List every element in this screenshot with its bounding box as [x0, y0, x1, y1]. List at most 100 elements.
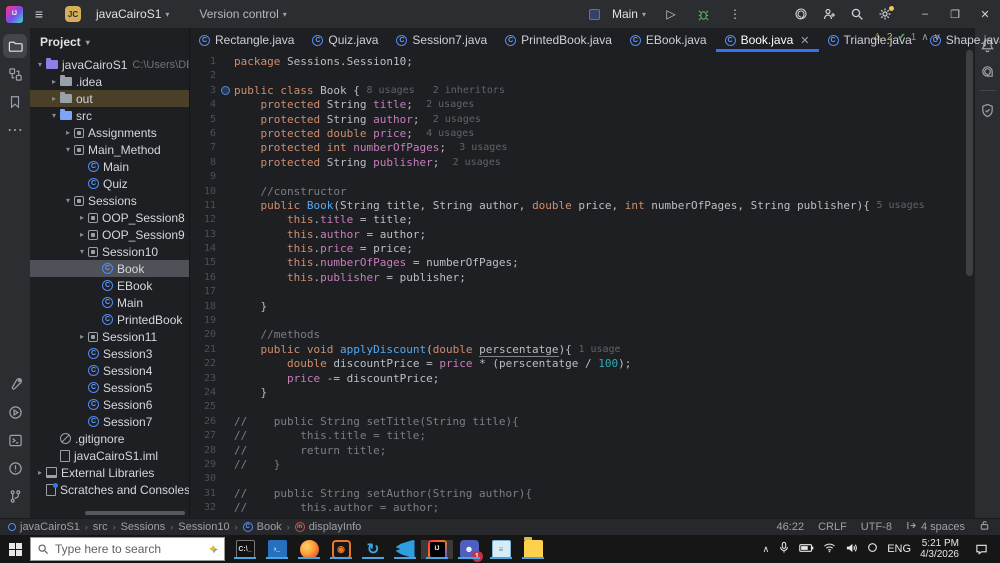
- powershell-icon[interactable]: ›_: [261, 539, 293, 559]
- tree-item-assignments[interactable]: ▸ Assignments: [30, 124, 189, 141]
- tab-session7-java[interactable]: C Session7.java: [387, 28, 496, 52]
- more-actions-button[interactable]: ⋮: [722, 3, 748, 25]
- tray-app-icon[interactable]: [867, 542, 878, 556]
- tree-item-book[interactable]: C Book: [30, 260, 189, 277]
- code-editor[interactable]: 1 package Sessions.Session10; 2 3 public cla…: [190, 52, 975, 518]
- minimize-button[interactable]: –: [910, 0, 940, 28]
- run-config-selector[interactable]: Main ▾: [606, 4, 652, 24]
- breadcrumb-item-sessions[interactable]: Sessions: [121, 521, 166, 533]
- notepad-icon[interactable]: ≡: [485, 539, 517, 559]
- inspections-widget[interactable]: ⚠ 2 ✔ 1 ∧ ∨: [873, 32, 941, 43]
- tree-item-session4[interactable]: C Session4: [30, 362, 189, 379]
- tree-item-out[interactable]: ▸ out: [30, 90, 189, 107]
- tree-item-scratches-and-consoles[interactable]: Scratches and Consoles: [30, 481, 189, 498]
- tree-item--idea[interactable]: ▸ .idea: [30, 73, 189, 90]
- services-tool-icon[interactable]: [3, 400, 27, 424]
- battery-icon[interactable]: [799, 543, 814, 556]
- commit-tool-icon[interactable]: [3, 62, 27, 86]
- tree-item-session11[interactable]: ▸ Session11: [30, 328, 189, 345]
- clock[interactable]: 5:21 PM 4/3/2026: [920, 538, 959, 560]
- breadcrumb-item-javacairos1[interactable]: javaCairoS1: [8, 521, 80, 533]
- cmd-icon[interactable]: C:\_: [229, 539, 261, 559]
- breadcrumb-item-src[interactable]: src: [93, 521, 108, 533]
- chevron-down-icon[interactable]: ▾: [86, 38, 90, 47]
- chevron-right-icon[interactable]: ▸: [76, 332, 88, 341]
- chevron-right-icon[interactable]: ▸: [48, 77, 60, 86]
- tab-quiz-java[interactable]: C Quiz.java: [303, 28, 387, 52]
- blue-app-icon[interactable]: ↻: [357, 540, 389, 559]
- tree-item-oop-session8[interactable]: ▸ OOP_Session8: [30, 209, 189, 226]
- tree-item-sessions[interactable]: ▾ Sessions: [30, 192, 189, 209]
- tree-item--gitignore[interactable]: .gitignore: [30, 430, 189, 447]
- ai-assistant-icon[interactable]: [788, 3, 814, 25]
- tree-item-session6[interactable]: C Session6: [30, 396, 189, 413]
- microphone-icon[interactable]: [778, 541, 790, 557]
- tree-item-session7[interactable]: C Session7: [30, 413, 189, 430]
- taskbar-search[interactable]: ✦: [30, 537, 225, 561]
- tab-rectangle-java[interactable]: C Rectangle.java: [190, 28, 303, 52]
- code-with-me-icon[interactable]: [816, 3, 842, 25]
- tree-item-session5[interactable]: C Session5: [30, 379, 189, 396]
- breadcrumb-item-session10[interactable]: Session10: [178, 521, 229, 533]
- vscode-icon[interactable]: [389, 539, 421, 559]
- wifi-icon[interactable]: [823, 542, 836, 556]
- debug-button[interactable]: [690, 3, 716, 25]
- build-tool-icon[interactable]: [3, 372, 27, 396]
- tree-item-ebook[interactable]: C EBook: [30, 277, 189, 294]
- chevron-right-icon[interactable]: ▸: [76, 230, 88, 239]
- terminal-tool-icon[interactable]: [3, 428, 27, 452]
- chevron-down-icon[interactable]: ▾: [76, 247, 88, 256]
- chevron-right-icon[interactable]: ▸: [76, 213, 88, 222]
- close-button[interactable]: ✕: [970, 0, 1000, 28]
- action-center-icon[interactable]: [968, 543, 994, 555]
- version-control-tool-icon[interactable]: [3, 484, 27, 508]
- firefox-icon[interactable]: [293, 539, 325, 559]
- next-problem-icon[interactable]: ∨: [934, 32, 941, 43]
- chevron-down-icon[interactable]: ▾: [34, 60, 46, 69]
- lock-icon[interactable]: [979, 520, 990, 534]
- chevron-down-icon[interactable]: ▾: [48, 111, 60, 120]
- tab-ebook-java[interactable]: C EBook.java: [621, 28, 716, 52]
- line-separator[interactable]: CRLF: [818, 521, 847, 533]
- settings-gear-icon[interactable]: [872, 3, 898, 25]
- horizontal-scrollbar[interactable]: [85, 511, 185, 515]
- tree-item-quiz[interactable]: C Quiz: [30, 175, 189, 192]
- volume-icon[interactable]: [845, 542, 858, 557]
- tree-item-src[interactable]: ▾ src: [30, 107, 189, 124]
- tree-item-main-method[interactable]: ▾ Main_Method: [30, 141, 189, 158]
- tree-item-main[interactable]: C Main: [30, 294, 189, 311]
- tree-item-external-libraries[interactable]: ▸ External Libraries: [30, 464, 189, 481]
- explorer-icon[interactable]: [517, 536, 549, 559]
- file-encoding[interactable]: UTF-8: [861, 521, 892, 533]
- tree-item-main[interactable]: C Main: [30, 158, 189, 175]
- tray-expand-icon[interactable]: ∧: [763, 544, 770, 555]
- main-menu-button[interactable]: ≡: [27, 3, 51, 25]
- chevron-right-icon[interactable]: ▸: [34, 468, 46, 477]
- restore-button[interactable]: ❐: [940, 0, 970, 28]
- tree-item-session10[interactable]: ▾ Session10: [30, 243, 189, 260]
- tree-item-printedbook[interactable]: C PrintedBook: [30, 311, 189, 328]
- intellij-icon[interactable]: IJ: [421, 539, 453, 559]
- breadcrumb-item-displayinfo[interactable]: m displayInfo: [294, 521, 361, 533]
- chevron-down-icon[interactable]: ▾: [62, 145, 74, 154]
- inheritors-gutter-icon[interactable]: [221, 85, 230, 95]
- start-button[interactable]: [0, 535, 30, 563]
- chevron-down-icon[interactable]: ▾: [62, 196, 74, 205]
- search-everywhere-icon[interactable]: [844, 3, 870, 25]
- project-tool-icon[interactable]: [3, 34, 27, 58]
- tab-printedbook-java[interactable]: C PrintedBook.java: [496, 28, 621, 52]
- bookmarks-tool-icon[interactable]: [3, 90, 27, 114]
- tab-book-java[interactable]: C Book.java ✕: [715, 28, 819, 52]
- tree-item-javacairos1[interactable]: ▾ javaCairoS1 C:\Users\DELL\JA: [30, 56, 189, 73]
- prev-problem-icon[interactable]: ∧: [921, 32, 928, 43]
- search-input[interactable]: [55, 542, 202, 556]
- ai-assistant-tool-icon[interactable]: [977, 60, 999, 82]
- vcs-menu[interactable]: Version control ▾: [193, 4, 292, 24]
- indent-setting[interactable]: 4 spaces: [906, 520, 965, 534]
- tree-item-javacairos1-iml[interactable]: javaCairoS1.iml: [30, 447, 189, 464]
- close-icon[interactable]: ✕: [800, 34, 809, 47]
- run-button[interactable]: ▷: [658, 3, 684, 25]
- chevron-right-icon[interactable]: ▸: [62, 128, 74, 137]
- teams-icon[interactable]: ☻ 1: [453, 539, 485, 562]
- project-selector[interactable]: javaCairoS1 ▾: [90, 4, 175, 24]
